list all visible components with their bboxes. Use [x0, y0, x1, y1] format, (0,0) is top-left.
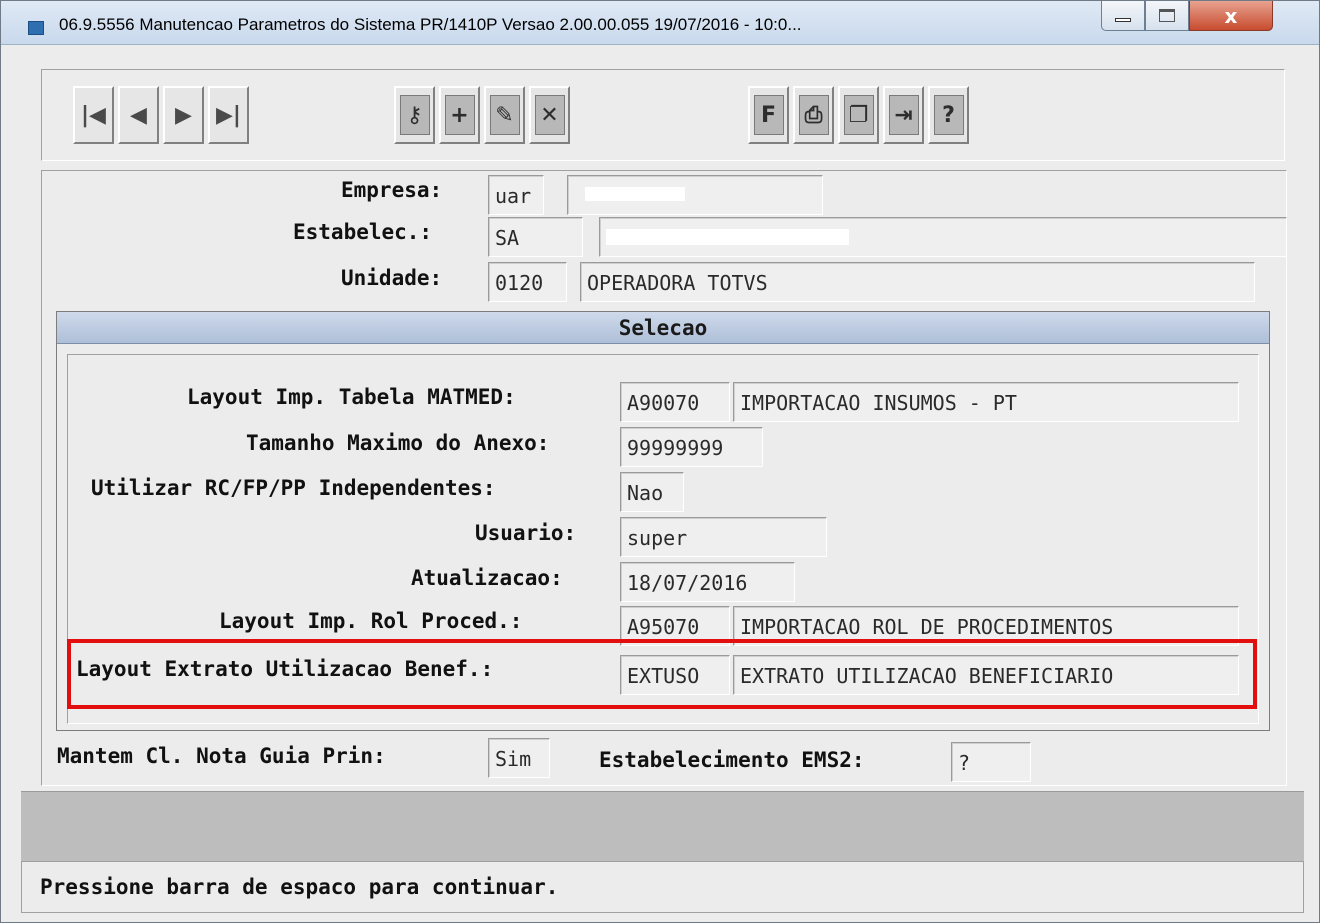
- edit-button-group: ⚷ + ✎ ✕: [394, 86, 570, 144]
- search-key-button[interactable]: ⚷: [394, 86, 435, 144]
- add-record-button[interactable]: +: [439, 86, 480, 144]
- extrato-desc-field[interactable]: EXTRATO UTILIZACAO BENEFICIARIO: [733, 655, 1239, 695]
- rcfp-field[interactable]: Nao: [620, 472, 684, 512]
- app-icon: [28, 21, 44, 35]
- close-button[interactable]: x: [1189, 1, 1273, 31]
- delete-record-button[interactable]: ✕: [529, 86, 570, 144]
- exit-icon: ⇥: [894, 102, 913, 128]
- help-icon: ?: [942, 102, 955, 128]
- unidade-label: Unidade:: [341, 266, 443, 290]
- status-message: Pressione barra de espaco para continuar…: [40, 875, 559, 899]
- first-record-button[interactable]: |◀: [73, 86, 114, 144]
- anexo-label: Tamanho Maximo do Anexo:: [246, 431, 550, 455]
- atualizacao-label: Atualizacao:: [411, 566, 563, 590]
- edit-record-button[interactable]: ✎: [484, 86, 525, 144]
- action-button-group: F ⎙ ❐ ⇥ ?: [748, 86, 969, 144]
- usuario-label: Usuario:: [475, 521, 577, 545]
- matmed-desc-field[interactable]: IMPORTACAO INSUMOS - PT: [733, 382, 1239, 422]
- close-icon: x: [1224, 3, 1238, 28]
- extrato-code-field[interactable]: EXTUSO: [620, 655, 730, 695]
- matmed-code-field[interactable]: A90070: [620, 382, 730, 422]
- redacted-estabelec-name: [606, 229, 849, 245]
- main-window: 06.9.5556 Manutencao Parametros do Siste…: [0, 0, 1320, 923]
- rcfp-label: Utilizar RC/FP/PP Independentes:: [91, 476, 496, 500]
- mantem-label: Mantem Cl. Nota Guia Prin:: [57, 744, 386, 768]
- estabelec-label: Estabelec.:: [293, 220, 433, 244]
- filter-button[interactable]: F: [748, 86, 789, 144]
- add-record-icon: +: [450, 102, 469, 128]
- first-record-icon: |◀: [81, 102, 106, 128]
- nav-button-group: |◀ ◀ ▶ ▶|: [73, 86, 249, 144]
- unidade-name-field[interactable]: OPERADORA TOTVS: [580, 262, 1255, 302]
- anexo-field[interactable]: 99999999: [620, 427, 763, 467]
- print-button[interactable]: ⎙: [793, 86, 834, 144]
- toolbar: |◀ ◀ ▶ ▶| ⚷ + ✎ ✕ F ⎙ ❐ ⇥ ?: [41, 69, 1285, 161]
- minimize-button[interactable]: [1101, 1, 1145, 31]
- estab-ems2-label: Estabelecimento EMS2:: [599, 748, 865, 772]
- dialog-title[interactable]: Selecao: [57, 312, 1269, 344]
- redacted-empresa-name: [585, 187, 685, 201]
- status-bar: Pressione barra de espaco para continuar…: [21, 861, 1304, 913]
- gray-panel: [21, 791, 1304, 861]
- empresa-label: Empresa:: [341, 178, 443, 202]
- copy-icon: ❐: [848, 102, 869, 128]
- usuario-field[interactable]: super: [620, 517, 827, 557]
- window-title: 06.9.5556 Manutencao Parametros do Siste…: [59, 15, 802, 34]
- print-icon: ⎙: [804, 102, 823, 128]
- previous-record-icon: ◀: [130, 102, 147, 128]
- maximize-button[interactable]: [1145, 1, 1189, 31]
- mantem-field[interactable]: Sim: [488, 738, 550, 778]
- title-bar[interactable]: 06.9.5556 Manutencao Parametros do Siste…: [1, 1, 1319, 45]
- estab-ems2-field[interactable]: ?: [951, 742, 1031, 782]
- rol-label: Layout Imp. Rol Proced.:: [219, 609, 523, 633]
- empresa-code-field[interactable]: uar: [488, 175, 544, 215]
- next-record-button[interactable]: ▶: [163, 86, 204, 144]
- previous-record-button[interactable]: ◀: [118, 86, 159, 144]
- last-record-icon: ▶|: [216, 102, 241, 128]
- last-record-button[interactable]: ▶|: [208, 86, 249, 144]
- extrato-label: Layout Extrato Utilizacao Benef.:: [76, 657, 494, 681]
- minimize-icon: [1115, 17, 1131, 22]
- matmed-label: Layout Imp. Tabela MATMED:: [187, 385, 516, 409]
- help-button[interactable]: ?: [928, 86, 969, 144]
- rol-code-field[interactable]: A95070: [620, 606, 730, 646]
- next-record-icon: ▶: [175, 102, 192, 128]
- atualizacao-field[interactable]: 18/07/2016: [620, 562, 795, 602]
- search-key-icon: ⚷: [406, 102, 423, 128]
- filter-icon: F: [760, 102, 777, 128]
- edit-record-icon: ✎: [495, 102, 514, 128]
- unidade-code-field[interactable]: 0120: [488, 262, 567, 302]
- maximize-icon: [1159, 9, 1175, 22]
- exit-button[interactable]: ⇥: [883, 86, 924, 144]
- delete-record-icon: ✕: [540, 102, 559, 128]
- copy-button[interactable]: ❐: [838, 86, 879, 144]
- estabelec-code-field[interactable]: SA: [488, 217, 583, 257]
- rol-desc-field[interactable]: IMPORTACAO ROL DE PROCEDIMENTOS: [733, 606, 1239, 646]
